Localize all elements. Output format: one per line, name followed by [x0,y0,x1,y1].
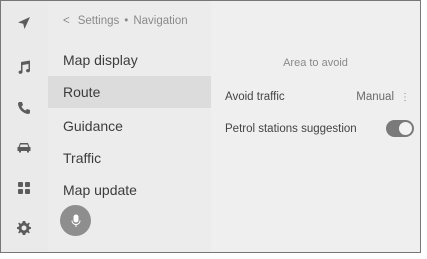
music-note-icon[interactable] [13,56,35,78]
breadcrumb-separator: • [124,15,129,27]
settings-gear-icon[interactable] [13,217,35,239]
microphone-icon [71,214,80,227]
menu-item-traffic[interactable]: Traffic [48,142,211,174]
avoid-traffic-row[interactable]: Avoid traffic Manual ⋮ [225,84,420,110]
petrol-stations-toggle[interactable] [386,120,414,137]
more-options-icon[interactable]: ⋮ [400,92,410,103]
avoid-traffic-label: Avoid traffic [225,91,285,103]
menu-item-map-update[interactable]: Map update [48,174,211,206]
apps-grid-icon[interactable] [13,177,35,199]
breadcrumb[interactable]: < Settings • Navigation [63,15,188,27]
breadcrumb-current: Navigation [133,15,188,27]
left-icon-rail [1,1,48,252]
navigation-arrow-icon[interactable] [13,12,35,34]
voice-assistant-button[interactable] [60,205,91,236]
toggle-knob [399,122,412,135]
chevron-left-icon[interactable]: < [63,15,70,27]
phone-icon[interactable] [13,97,35,119]
petrol-stations-row[interactable]: Petrol stations suggestion [225,116,420,142]
avoid-traffic-value-text: Manual [356,91,394,103]
menu-item-guidance[interactable]: Guidance [48,110,211,142]
menu-item-route[interactable]: Route [48,76,211,108]
screen-frame: < Settings • Navigation Map display Route G… [0,0,421,253]
section-title: Area to avoid [283,57,348,69]
menu-item-map-display[interactable]: Map display [48,44,211,76]
car-icon[interactable] [13,136,35,158]
petrol-stations-label: Petrol stations suggestion [225,123,357,135]
route-settings-panel: Area to avoid Avoid traffic Manual ⋮ Petr… [211,1,420,252]
breadcrumb-parent[interactable]: Settings [78,15,120,27]
avoid-traffic-value[interactable]: Manual ⋮ [356,84,410,111]
